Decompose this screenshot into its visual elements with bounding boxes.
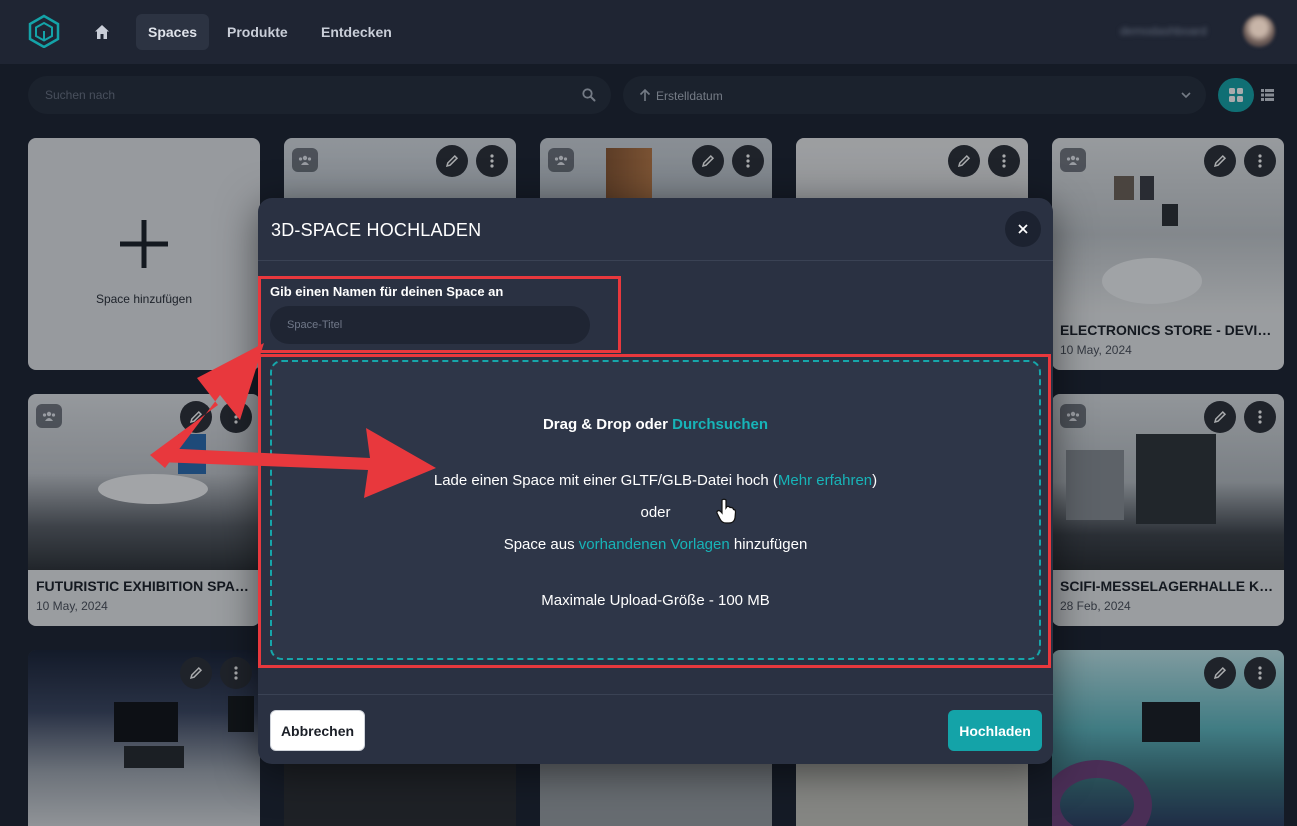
tab-produkte[interactable]: Produkte bbox=[215, 14, 300, 50]
avatar[interactable] bbox=[1243, 15, 1275, 47]
highlight-name-field bbox=[258, 276, 621, 353]
upload-button[interactable]: Hochladen bbox=[948, 710, 1042, 751]
divider bbox=[258, 260, 1053, 261]
home-button[interactable] bbox=[86, 16, 118, 48]
logo-icon[interactable] bbox=[28, 14, 60, 48]
home-icon bbox=[95, 25, 109, 39]
tab-entdecken[interactable]: Entdecken bbox=[309, 14, 404, 50]
highlight-dropzone bbox=[258, 354, 1051, 668]
user-name[interactable]: demodashboard bbox=[1120, 24, 1207, 38]
hand-cursor-icon bbox=[716, 498, 736, 524]
close-icon bbox=[1018, 224, 1028, 234]
cancel-button[interactable]: Abbrechen bbox=[270, 710, 365, 751]
tab-spaces[interactable]: Spaces bbox=[136, 14, 210, 50]
close-button[interactable] bbox=[1005, 211, 1041, 247]
dialog-title: 3D-SPACE HOCHLADEN bbox=[271, 220, 482, 240]
divider bbox=[258, 694, 1053, 695]
top-navigation: Spaces Produkte Entdecken demodashboard bbox=[0, 0, 1297, 64]
